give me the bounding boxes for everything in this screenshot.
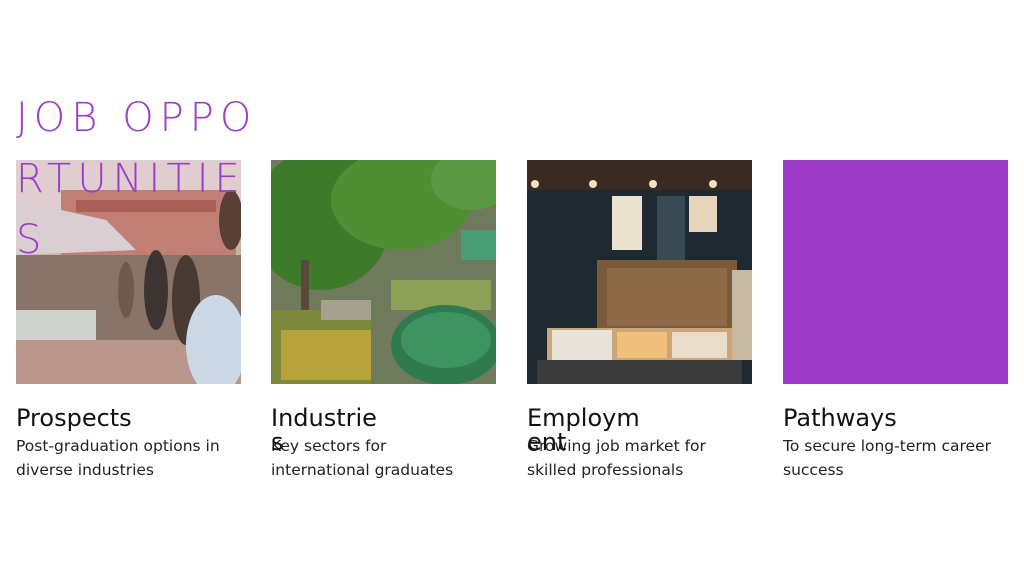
card-industries: Industries Key sectors for international…	[271, 160, 496, 482]
japanese-food-stall-photo	[527, 160, 752, 384]
card-heading: Employment	[527, 404, 640, 456]
market-green-umbrella-photo	[271, 160, 496, 384]
card-heading: Industries	[271, 404, 377, 456]
card-heading: Prospects	[16, 404, 132, 432]
card-description: To secure long-term career success	[783, 437, 991, 479]
card-pathways: Pathways To secure long-term career succ…	[783, 160, 1008, 482]
section-title: JOB OPPORTUNITIES	[16, 95, 258, 263]
card-description: Post-graduation options in diverse indus…	[16, 437, 220, 479]
card-heading: Pathways	[783, 404, 897, 432]
card-employment: Employment Growing job market for skille…	[527, 160, 752, 482]
purple-block	[783, 160, 1008, 384]
card-description: Key sectors for international graduates	[271, 437, 454, 479]
